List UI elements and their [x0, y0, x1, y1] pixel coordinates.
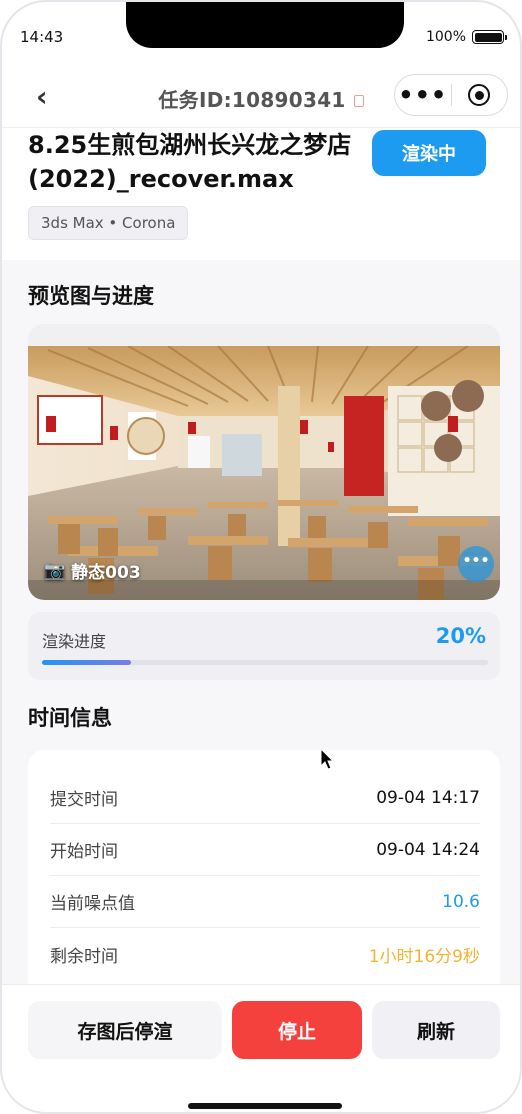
- chat-bubble-icon[interactable]: •••: [458, 546, 494, 582]
- progress-track: [42, 660, 488, 665]
- time-value: 1小时16分9秒: [368, 946, 480, 967]
- save-then-stop-button[interactable]: 存图后停渲: [28, 1001, 222, 1059]
- bottom-action-bar: 存图后停渲 停止 刷新: [2, 984, 520, 1112]
- time-key: 提交时间: [50, 790, 118, 810]
- time-key: 开始时间: [50, 842, 118, 862]
- capsule-close-button[interactable]: [451, 84, 507, 106]
- camera-icon: 📷: [44, 560, 66, 581]
- camera-label: 📷 静态003: [44, 558, 141, 584]
- time-value: 09-04 14:24: [376, 839, 480, 860]
- stop-button[interactable]: 停止: [232, 1001, 362, 1059]
- battery-icon: [472, 30, 507, 44]
- progress-label: 渲染进度: [42, 632, 107, 651]
- status-time: 14:43: [20, 28, 64, 46]
- preview-section-title: 预览图与进度: [28, 284, 154, 308]
- battery-percent: 100%: [425, 29, 466, 45]
- phone-frame: 14:43 100% ‹ 任务ID:10890341 ••• 8.25生煎包湖州…: [0, 0, 522, 1114]
- time-key: 剩余时间: [50, 946, 118, 967]
- progress-card: 渲染进度 20%: [28, 612, 500, 680]
- engine-tag: 3ds Max • Corona: [28, 206, 189, 240]
- time-value: 10.6: [442, 891, 480, 912]
- refresh-button[interactable]: 刷新: [372, 1001, 500, 1059]
- status-right: 100%: [425, 29, 507, 45]
- home-indicator: [188, 1103, 342, 1109]
- time-row: 剩余时间 1小时16分9秒: [50, 928, 480, 980]
- task-name: 8.25生煎包湖州长兴龙之梦店(2022)_recover.max: [28, 131, 352, 193]
- content-scroll[interactable]: 8.25生煎包湖州长兴龙之梦店(2022)_recover.max 渲染中 3d…: [2, 128, 520, 984]
- target-icon: [468, 84, 491, 106]
- mouse-cursor-icon: [320, 748, 335, 770]
- preview-image[interactable]: 📷 静态003 •••: [28, 346, 500, 600]
- progress-value: 20%: [435, 624, 486, 648]
- time-row: 当前噪点值 10.6: [50, 876, 480, 928]
- render-status-button[interactable]: 渲染中: [372, 130, 486, 176]
- time-value: 09-04 14:17: [376, 787, 480, 808]
- copy-icon[interactable]: [353, 95, 364, 107]
- time-key: 当前噪点值: [50, 894, 135, 914]
- task-header: 8.25生煎包湖州长兴龙之梦店(2022)_recover.max 渲染中 3d…: [2, 128, 520, 260]
- time-section-title: 时间信息: [28, 706, 112, 730]
- progress-fill: [42, 660, 132, 665]
- time-info-card: 提交时间 09-04 14:17 开始时间 09-04 14:24 当前噪点值 …: [28, 750, 500, 984]
- mini-program-capsule: •••: [394, 74, 508, 116]
- time-row: 开始时间 09-04 14:24: [50, 824, 480, 876]
- time-row: 提交时间 09-04 14:17: [50, 772, 480, 824]
- camera-name: 静态003: [71, 563, 141, 583]
- notch: [126, 2, 404, 48]
- preview-card[interactable]: 📷 静态003 •••: [28, 324, 500, 600]
- nav-bar: ‹ 任务ID:10890341 •••: [2, 64, 520, 128]
- more-dots-icon[interactable]: •••: [395, 83, 451, 107]
- task-id-text: 任务ID:10890341: [158, 88, 346, 112]
